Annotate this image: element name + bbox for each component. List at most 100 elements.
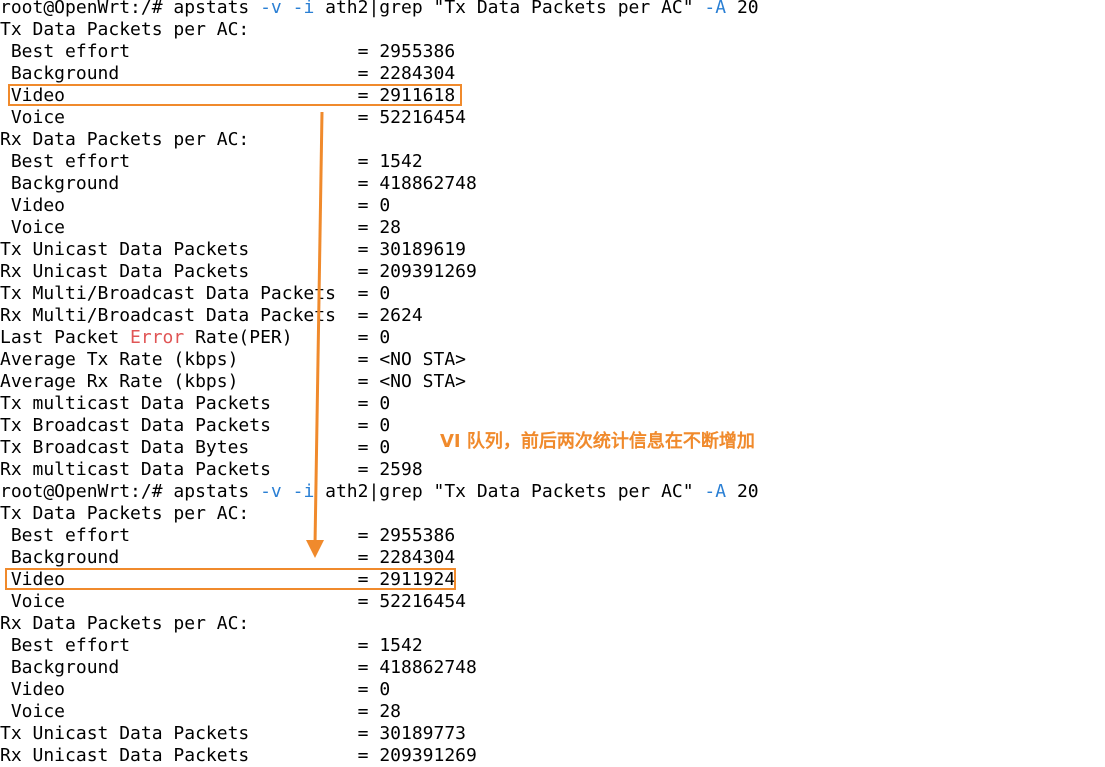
stat-row: Tx Multi/Broadcast Data Packets = 0 xyxy=(0,283,1105,305)
stat-separator: = xyxy=(346,195,380,216)
stat-row: Rx Unicast Data Packets = 209391269 xyxy=(0,261,1105,283)
stat-row: Tx Unicast Data Packets = 30189773 xyxy=(0,723,1105,745)
stat-row: Rx Unicast Data Packets = 209391269 xyxy=(0,745,1105,767)
command-flag: -v -i xyxy=(260,0,315,18)
stat-separator: = xyxy=(346,547,380,568)
stat-value: 28 xyxy=(379,701,401,722)
padding xyxy=(119,657,347,678)
stat-label: Rate(PER) xyxy=(184,327,293,348)
stat-separator: = xyxy=(346,569,380,590)
stat-value: 1542 xyxy=(379,635,423,656)
stat-separator: = xyxy=(346,371,380,392)
section-heading-text: Tx Data Packets per AC: xyxy=(0,19,250,40)
stat-label: Best effort xyxy=(0,635,131,656)
stat-label: Video xyxy=(0,85,66,106)
stat-separator: = xyxy=(346,437,380,458)
command-flag: -A xyxy=(704,0,727,18)
stat-value: 30189773 xyxy=(379,723,467,744)
padding xyxy=(238,349,346,370)
stat-value: 1542 xyxy=(379,151,423,172)
stat-value: <NO STA> xyxy=(379,349,467,370)
stat-value: 2955386 xyxy=(379,41,456,62)
command-text: 20 xyxy=(726,0,759,18)
stat-label: Rx Multi/Broadcast Data Packets xyxy=(0,305,336,326)
padding xyxy=(65,569,347,590)
stat-row: Tx Unicast Data Packets = 30189619 xyxy=(0,239,1105,261)
stat-row: Video = 0 xyxy=(0,195,1105,217)
section-heading-text: Rx Data Packets per AC: xyxy=(0,613,250,634)
stat-row: Video = 2911618 xyxy=(0,85,1105,107)
prompt-text: root@OpenWrt:/# xyxy=(0,481,174,502)
section-heading-text: Tx Data Packets per AC: xyxy=(0,503,250,524)
stat-value: 418862748 xyxy=(379,657,477,678)
stat-value: 209391269 xyxy=(379,745,477,766)
prompt-line: root@OpenWrt:/# apstats -v -i ath2|grep … xyxy=(0,481,1105,503)
padding xyxy=(65,85,347,106)
stat-separator: = xyxy=(346,217,380,238)
stat-row: Background = 2284304 xyxy=(0,63,1105,85)
stat-label: Video xyxy=(0,195,66,216)
padding xyxy=(271,393,347,414)
stat-label: Average Rx Rate (kbps) xyxy=(0,371,239,392)
stat-value: 0 xyxy=(379,195,391,216)
stat-row: Background = 418862748 xyxy=(0,173,1105,195)
stat-label: Tx Unicast Data Packets xyxy=(0,239,250,260)
padding xyxy=(119,63,347,84)
stat-label: Background xyxy=(0,173,120,194)
stat-row: Voice = 52216454 xyxy=(0,591,1105,613)
stat-row: Video = 2911924 xyxy=(0,569,1105,591)
stat-separator: = xyxy=(346,635,380,656)
stat-separator: = xyxy=(346,591,380,612)
stat-separator: = xyxy=(346,239,380,260)
stat-separator: = xyxy=(346,173,380,194)
stat-row: Last Packet Error Rate(PER) = 0 xyxy=(0,327,1105,349)
padding xyxy=(238,371,346,392)
stat-value: 2284304 xyxy=(379,547,456,568)
padding xyxy=(336,305,347,326)
command-text: apstats xyxy=(173,481,261,502)
stat-value: 2911924 xyxy=(379,569,456,590)
stat-label: Best effort xyxy=(0,41,131,62)
command-text: ath2|grep "Tx Data Packets per AC" xyxy=(314,481,705,502)
stat-row: Best effort = 1542 xyxy=(0,151,1105,173)
stat-label: Voice xyxy=(0,107,66,128)
stat-label: Rx Unicast Data Packets xyxy=(0,261,250,282)
stat-separator: = xyxy=(346,525,380,546)
padding xyxy=(130,635,347,656)
stat-separator: = xyxy=(346,107,380,128)
command-text: ath2|grep "Tx Data Packets per AC" xyxy=(314,0,705,18)
stat-separator: = xyxy=(346,85,380,106)
stat-label: Voice xyxy=(0,217,66,238)
section-heading: Tx Data Packets per AC: xyxy=(0,503,1105,525)
stat-value: 0 xyxy=(379,437,391,458)
stat-label: Last Packet xyxy=(0,327,131,348)
stat-label: Voice xyxy=(0,591,66,612)
command-text: 20 xyxy=(726,481,759,502)
stat-label: Best effort xyxy=(0,525,131,546)
padding xyxy=(249,239,347,260)
section-heading: Rx Data Packets per AC: xyxy=(0,129,1105,151)
stat-separator: = xyxy=(346,415,380,436)
stat-separator: = xyxy=(346,261,380,282)
stat-separator: = xyxy=(346,41,380,62)
stat-value: 0 xyxy=(379,327,391,348)
stat-value: 2598 xyxy=(379,459,423,480)
padding xyxy=(249,261,347,282)
padding xyxy=(249,745,347,766)
stat-label: Voice xyxy=(0,701,66,722)
stat-label: Background xyxy=(0,657,120,678)
padding xyxy=(65,701,347,722)
prompt-line: root@OpenWrt:/# apstats -v -i ath2|grep … xyxy=(0,0,1105,19)
stat-separator: = xyxy=(346,393,380,414)
command-flag: -v -i xyxy=(260,481,315,502)
stat-separator: = xyxy=(346,349,380,370)
stat-label: Tx multicast Data Packets xyxy=(0,393,271,414)
stat-label: Tx Multi/Broadcast Data Packets xyxy=(0,283,336,304)
stat-label-error-word: Error xyxy=(130,327,185,348)
stat-value: <NO STA> xyxy=(379,371,467,392)
command-text: apstats xyxy=(173,0,261,18)
padding xyxy=(130,41,347,62)
stat-row: Voice = 52216454 xyxy=(0,107,1105,129)
padding xyxy=(336,283,347,304)
padding xyxy=(293,327,347,348)
